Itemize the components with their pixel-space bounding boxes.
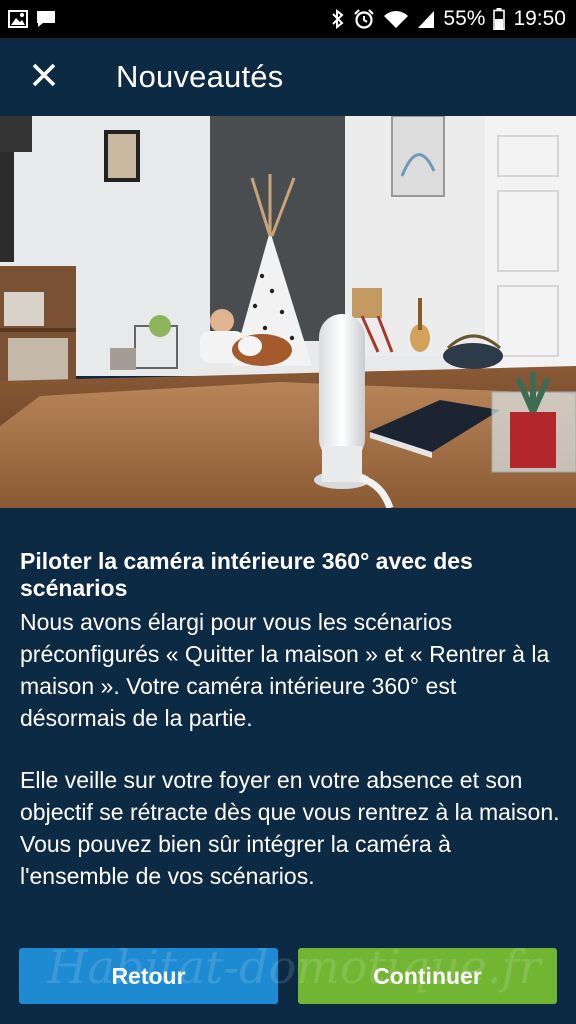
content-area: Piloter la caméra intérieure 360° avec d…	[20, 548, 560, 922]
back-button[interactable]: Retour	[19, 948, 278, 1004]
feature-paragraph-2: Elle veille sur votre foyer en votre abs…	[20, 767, 560, 889]
battery-percent: 55%	[443, 7, 486, 30]
app-bar: Nouveautés	[0, 38, 576, 116]
close-button[interactable]	[14, 47, 74, 107]
feature-paragraph-1: Nous avons élargi pour vous les scénario…	[20, 609, 550, 731]
status-bar-right: 55% 19:50	[331, 7, 566, 31]
alarm-icon	[353, 9, 375, 29]
message-icon	[36, 10, 56, 28]
status-bar: 55% 19:50	[0, 0, 576, 38]
page-title: Nouveautés	[116, 59, 284, 94]
image-icon	[8, 10, 28, 28]
battery-icon	[493, 8, 506, 30]
close-icon	[32, 63, 56, 92]
clock: 19:50	[513, 7, 566, 30]
hero-image	[0, 116, 576, 508]
wifi-icon	[383, 9, 409, 29]
status-bar-left	[8, 10, 56, 28]
bluetooth-icon	[331, 9, 345, 29]
feature-heading: Piloter la caméra intérieure 360° avec d…	[20, 548, 473, 601]
continue-button[interactable]: Continuer	[298, 948, 557, 1004]
signal-icon	[417, 9, 435, 29]
